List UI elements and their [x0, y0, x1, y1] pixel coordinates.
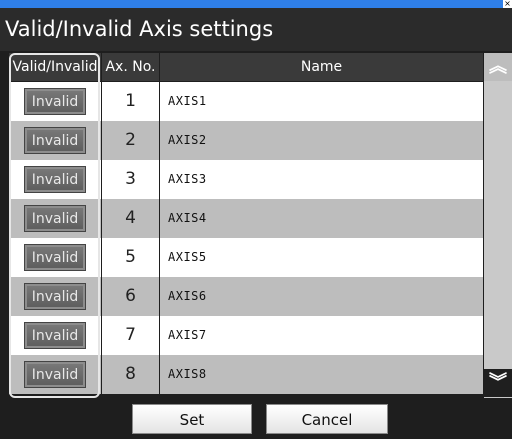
invalid-toggle-button[interactable]: Invalid [24, 322, 86, 349]
valid-cell: Invalid [9, 238, 101, 277]
axis-name[interactable]: AXIS7 [160, 316, 483, 355]
invalid-toggle-button[interactable]: Invalid [24, 361, 86, 388]
invalid-toggle-button[interactable]: Invalid [24, 88, 86, 115]
valid-cell: Invalid [9, 316, 101, 355]
axis-number: 1 [102, 82, 159, 121]
invalid-toggle-button[interactable]: Invalid [24, 283, 86, 310]
axis-number: 4 [102, 199, 159, 238]
scrollbar-track[interactable] [484, 53, 512, 398]
axis-name[interactable]: AXIS3 [160, 160, 483, 199]
table-row: Invalid 8 AXIS8 [9, 355, 483, 394]
cancel-button[interactable]: Cancel [266, 404, 388, 434]
axis-number: 6 [102, 277, 159, 316]
invalid-toggle-button[interactable]: Invalid [24, 166, 86, 193]
axis-name[interactable]: AXIS5 [160, 238, 483, 277]
invalid-toggle-button[interactable]: Invalid [24, 244, 86, 271]
scroll-down-button[interactable]: ︾ [484, 369, 512, 397]
table-row: Invalid 5 AXIS5 [9, 238, 483, 277]
valid-cell: Invalid [9, 277, 101, 316]
axis-number: 5 [102, 238, 159, 277]
double-chevron-down-icon: ︾ [489, 372, 507, 393]
axis-number: 2 [102, 121, 159, 160]
axis-number: 8 [102, 355, 159, 394]
axis-number: 3 [102, 160, 159, 199]
window-title: Valid/Invalid Axis settings [0, 8, 512, 51]
header-name: Name [160, 53, 483, 81]
axis-name[interactable]: AXIS8 [160, 355, 483, 394]
axis-name[interactable]: AXIS1 [160, 82, 483, 121]
invalid-toggle-button[interactable]: Invalid [24, 127, 86, 154]
axis-name[interactable]: AXIS2 [160, 121, 483, 160]
set-button[interactable]: Set [132, 404, 252, 434]
invalid-toggle-button[interactable]: Invalid [24, 205, 86, 232]
axis-name[interactable]: AXIS4 [160, 199, 483, 238]
table-row: Invalid 6 AXIS6 [9, 277, 483, 316]
valid-cell: Invalid [9, 121, 101, 160]
valid-cell: Invalid [9, 355, 101, 394]
table-row: Invalid 7 AXIS7 [9, 316, 483, 355]
axis-name[interactable]: AXIS6 [160, 277, 483, 316]
valid-cell: Invalid [9, 199, 101, 238]
valid-cell: Invalid [9, 82, 101, 121]
table-row: Invalid 3 AXIS3 [9, 160, 483, 199]
header-valid-invalid: Valid/Invalid [9, 53, 101, 81]
header-axis-number: Ax. No. [102, 53, 159, 81]
table-row: Invalid 4 AXIS4 [9, 199, 483, 238]
action-bar [0, 398, 512, 439]
table-row: Invalid 2 AXIS2 [9, 121, 483, 160]
window-top-bar [0, 0, 512, 8]
valid-cell: Invalid [9, 160, 101, 199]
axis-settings-window: × Valid/Invalid Axis settings Valid/Inva… [0, 0, 512, 439]
table-row: Invalid 1 AXIS1 [9, 82, 483, 121]
close-icon[interactable]: × [503, 0, 512, 8]
scroll-up-button[interactable]: ︽ [484, 53, 512, 81]
double-chevron-up-icon: ︽ [489, 56, 507, 77]
axis-number: 7 [102, 316, 159, 355]
